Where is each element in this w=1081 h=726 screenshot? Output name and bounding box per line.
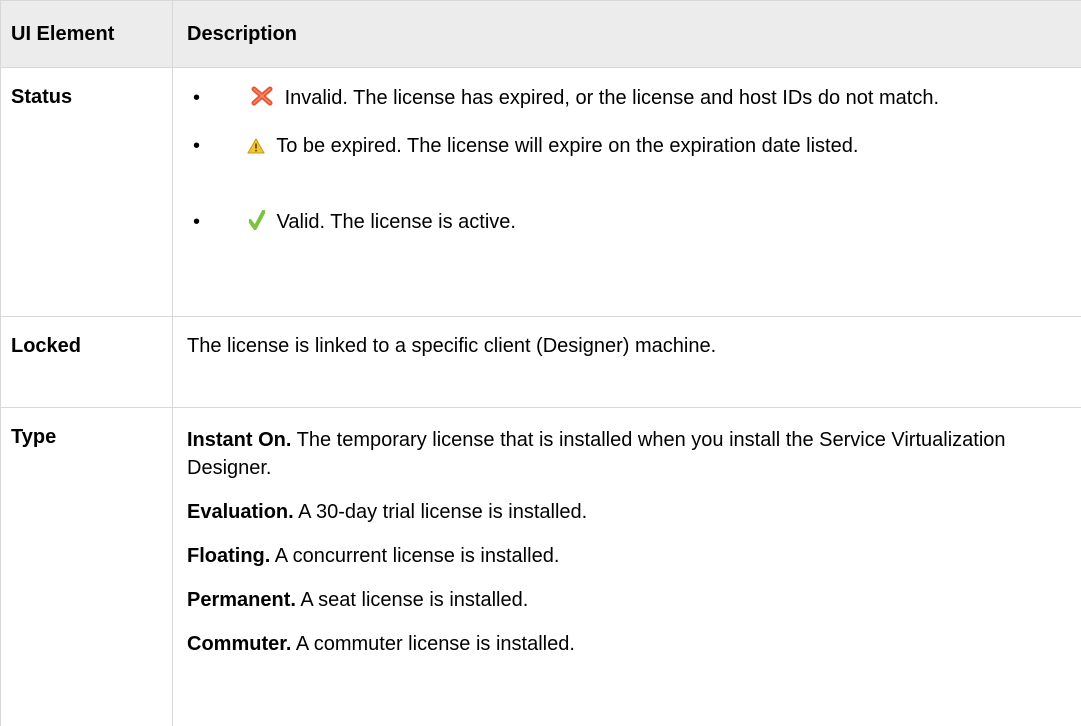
type-text: The temporary license that is installed … bbox=[187, 429, 1006, 479]
status-item-invalid: • Invalid. The license has expired, or t… bbox=[187, 86, 1067, 112]
type-entry-commuter: Commuter. A commuter license is installe… bbox=[187, 630, 1067, 658]
table-row-type: Type Instant On. The temporary license t… bbox=[1, 408, 1081, 726]
valid-check-icon bbox=[249, 210, 265, 236]
type-term: Evaluation. bbox=[187, 501, 294, 523]
warning-triangle-icon bbox=[247, 136, 265, 160]
row-label-locked: Locked bbox=[1, 317, 173, 408]
type-term: Floating. bbox=[187, 545, 270, 567]
type-term: Permanent. bbox=[187, 589, 296, 611]
status-list: • Invalid. The license has expired, or t… bbox=[187, 86, 1067, 236]
status-text-to-be-expired: To be expired. The license will expire o… bbox=[276, 135, 858, 157]
type-entry-permanent: Permanent. A seat license is installed. bbox=[187, 586, 1067, 614]
header-ui-element: UI Element bbox=[1, 1, 173, 68]
type-entry-instant-on: Instant On. The temporary license that i… bbox=[187, 426, 1067, 482]
type-entry-floating: Floating. A concurrent license is instal… bbox=[187, 542, 1067, 570]
type-entry-evaluation: Evaluation. A 30-day trial license is in… bbox=[187, 498, 1067, 526]
ui-element-table: UI Element Description Status • bbox=[0, 0, 1081, 726]
row-label-status: Status bbox=[1, 68, 173, 317]
row-label-type: Type bbox=[1, 408, 173, 726]
type-text: A concurrent license is installed. bbox=[270, 545, 559, 567]
row-description-status: • Invalid. The license has expired, or t… bbox=[173, 68, 1081, 317]
type-term: Instant On. bbox=[187, 429, 291, 451]
bullet-icon: • bbox=[193, 210, 200, 234]
bullet-icon: • bbox=[193, 134, 200, 158]
table-row-locked: Locked The license is linked to a specif… bbox=[1, 317, 1081, 408]
status-text-invalid: Invalid. The license has expired, or the… bbox=[285, 87, 939, 109]
status-text-valid: Valid. The license is active. bbox=[277, 211, 516, 233]
table-row-status: Status • Invalid. The license has expire… bbox=[1, 68, 1081, 317]
row-description-type: Instant On. The temporary license that i… bbox=[173, 408, 1081, 726]
type-text: A seat license is installed. bbox=[296, 589, 528, 611]
header-description: Description bbox=[173, 1, 1081, 68]
invalid-x-icon bbox=[251, 86, 273, 112]
table-header-row: UI Element Description bbox=[1, 1, 1081, 68]
type-term: Commuter. bbox=[187, 633, 291, 655]
type-text: A 30-day trial license is installed. bbox=[294, 501, 588, 523]
type-text: A commuter license is installed. bbox=[291, 633, 574, 655]
bullet-icon: • bbox=[193, 86, 200, 110]
status-item-valid: • Valid. The license is active. bbox=[187, 210, 1067, 236]
row-description-locked: The license is linked to a specific clie… bbox=[173, 317, 1081, 408]
status-item-to-be-expired: • To be expired. The license will expire… bbox=[187, 134, 1067, 160]
